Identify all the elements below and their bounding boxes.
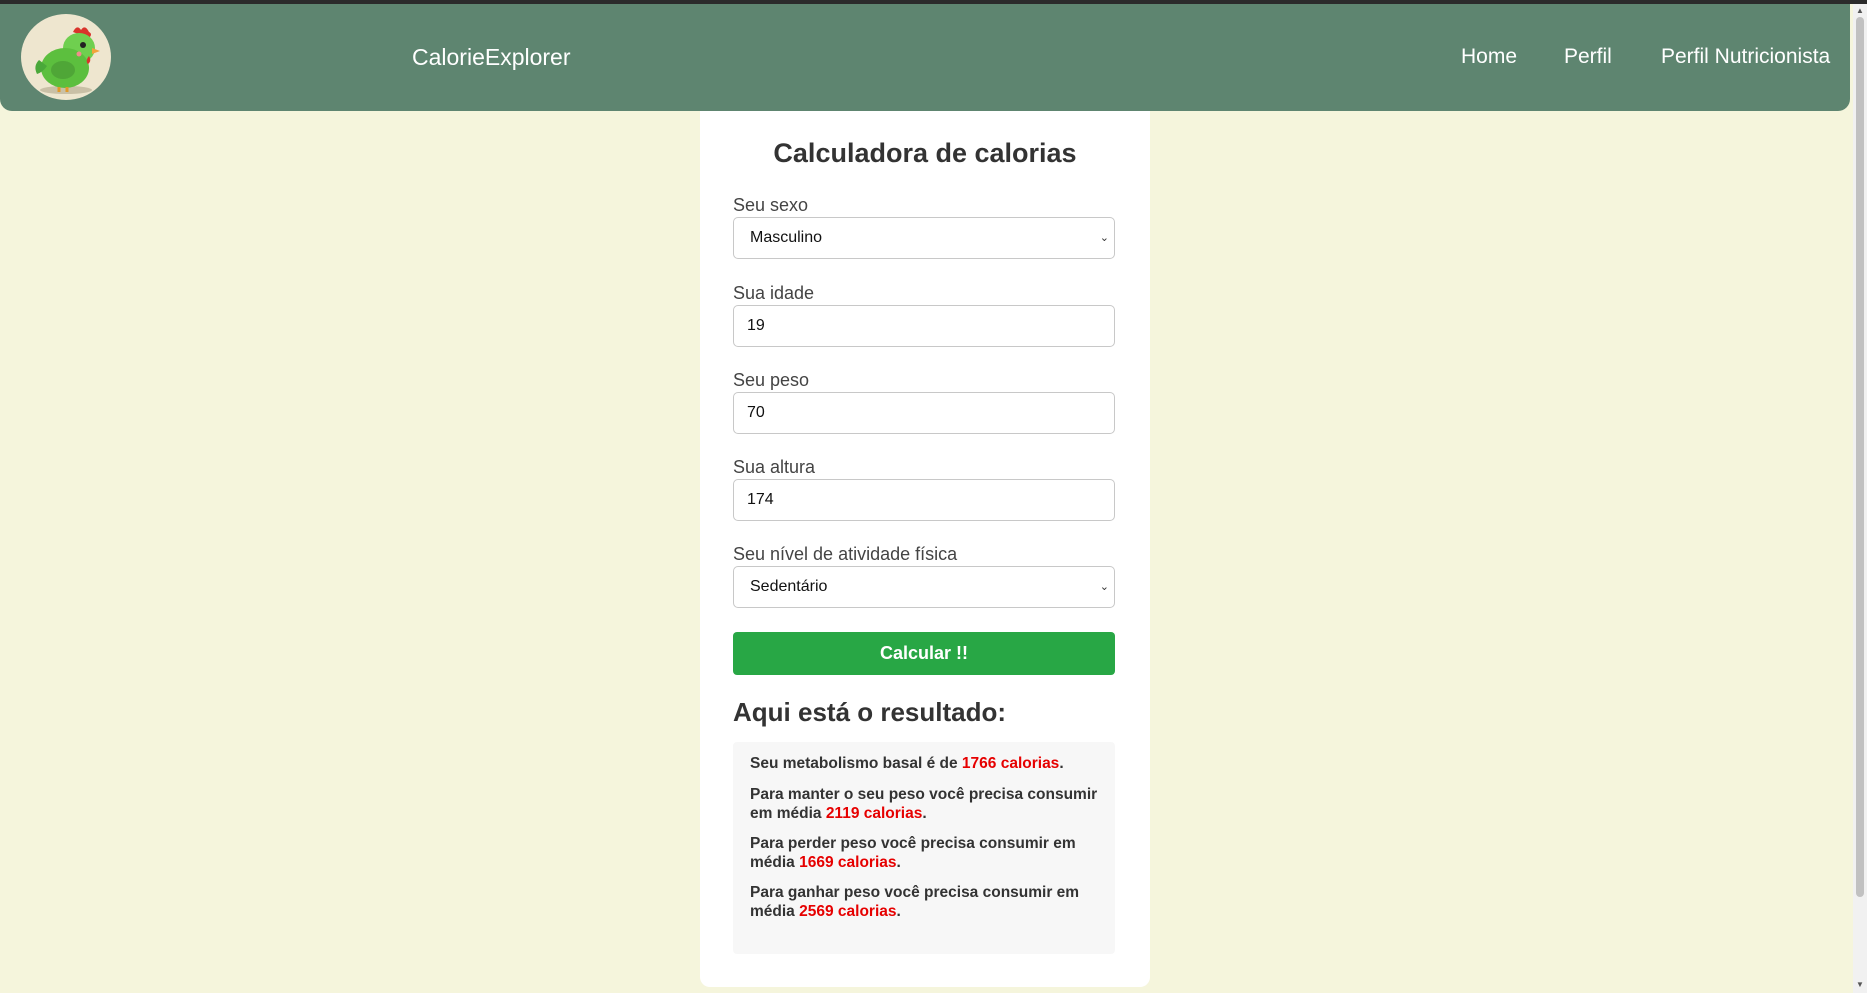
activity-select-value: Sedentário [750,578,828,595]
brand-title[interactable]: CalorieExplorer [412,42,571,72]
chevron-down-icon: ⌄ [1099,232,1109,244]
scroll-down-icon[interactable]: ▼ [1853,980,1867,989]
calculator-title: Calculadora de calorias [773,138,1077,168]
gain-value: 2569 calorias [799,903,897,920]
bmr-value: 1766 calorias [961,755,1060,772]
sex-label: Seu sexo [733,195,809,215]
activity-label: Seu nível de atividade física [733,544,958,564]
sex-select-value: Masculino [750,229,823,246]
result-gain: Para ganhar peso você precisa consumir e… [750,884,1080,920]
height-input[interactable]: 174 [733,479,1115,521]
nav-perfil-link[interactable]: Perfil [1564,42,1612,72]
scroll-up-icon[interactable]: ▲ [1853,6,1867,15]
result-title: Aqui está o resultado: [733,697,1007,727]
sex-select[interactable]: Masculino ⌄ [733,217,1115,259]
age-label: Sua idade [733,283,815,303]
maintain-value: 2119 calorias [825,805,923,822]
calculate-button[interactable]: Calcular !! [733,632,1115,675]
chevron-down-icon: ⌄ [1099,581,1109,593]
navbar: CalorieExplorer Home Perfil Perfil Nutri… [0,4,1850,111]
result-lose: Para perder peso você precisa consumir e… [750,835,1076,871]
height-label: Sua altura [733,457,816,477]
calculator-card: Calculadora de calorias Seu sexo Masculi… [700,111,1150,987]
activity-select[interactable]: Sedentário ⌄ [733,566,1115,608]
chicken-logo-icon[interactable] [21,14,111,100]
nav-home-link[interactable]: Home [1461,42,1517,72]
nav-perfil-nutricionista-link[interactable]: Perfil Nutricionista [1661,42,1830,72]
page-scrollbar[interactable]: ▲ ▼ [1853,4,1867,993]
lose-value: 1669 calorias [799,854,897,871]
result-bmr: Seu metabolismo basal é de 1766 calorias… [750,755,1064,772]
weight-input[interactable]: 70 [733,392,1115,434]
result-maintain: Para manter o seu peso você precisa cons… [750,786,1098,822]
result-box: Seu metabolismo basal é de 1766 calorias… [733,742,1115,954]
age-input[interactable]: 19 [733,305,1115,347]
scroll-thumb[interactable] [1856,17,1864,897]
weight-label: Seu peso [733,370,810,390]
